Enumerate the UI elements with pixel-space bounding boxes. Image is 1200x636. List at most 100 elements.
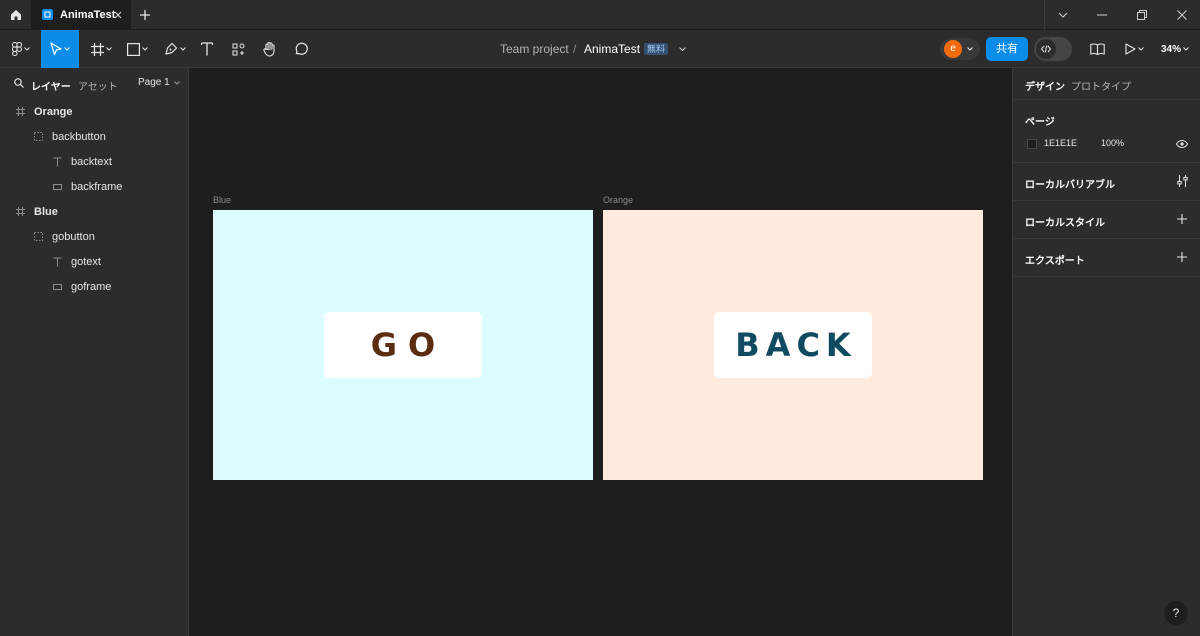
tab-prototype[interactable]: プロトタイプ bbox=[1071, 78, 1131, 93]
minimize-button[interactable] bbox=[1094, 8, 1110, 22]
text-icon bbox=[53, 257, 61, 266]
chevron-down-icon bbox=[678, 47, 686, 51]
properties-panel: デザイン プロトタイプ ページ 1E1E1E 100% ローカルバリアブル ロー… bbox=[1012, 68, 1200, 636]
dev-mode-knob bbox=[1036, 39, 1056, 59]
export-title: エクスポート bbox=[1025, 256, 1085, 267]
file-menu-button[interactable] bbox=[676, 44, 688, 54]
new-tab-button[interactable] bbox=[138, 8, 152, 22]
tabs-dropdown-button[interactable] bbox=[1056, 8, 1070, 22]
rectangle-icon bbox=[52, 283, 62, 290]
minimize-icon bbox=[1097, 14, 1107, 16]
avatar[interactable]: e bbox=[944, 40, 962, 58]
cursor-icon bbox=[50, 42, 62, 56]
layer-row-goframe[interactable]: goframe bbox=[0, 274, 189, 299]
frame-orange[interactable]: BACK bbox=[603, 210, 983, 480]
chevron-down-icon bbox=[1137, 47, 1144, 51]
tab-title: AnimaTest bbox=[60, 9, 116, 21]
rectangle-icon bbox=[126, 42, 140, 56]
go-button-text: GO bbox=[370, 326, 447, 364]
move-tool-button[interactable] bbox=[41, 30, 79, 68]
open-variables-button[interactable] bbox=[1175, 174, 1189, 188]
file-tab[interactable]: AnimaTest bbox=[31, 0, 131, 30]
layer-row-orange[interactable]: Orange bbox=[0, 99, 189, 124]
figma-file-icon bbox=[42, 9, 53, 20]
layer-row-blue[interactable]: Blue bbox=[0, 199, 189, 224]
shape-tool-button[interactable] bbox=[122, 30, 152, 68]
close-window-button[interactable] bbox=[1174, 8, 1190, 22]
add-export-button[interactable] bbox=[1175, 250, 1189, 264]
frame-blue[interactable]: GO bbox=[213, 210, 593, 480]
layer-row-gotext[interactable]: gotext bbox=[0, 249, 189, 274]
pen-icon bbox=[165, 42, 178, 55]
page-color-hex[interactable]: 1E1E1E bbox=[1044, 138, 1077, 148]
chevron-down-icon bbox=[173, 80, 180, 85]
go-button[interactable]: GO bbox=[324, 312, 482, 378]
close-tab-button[interactable] bbox=[111, 8, 125, 22]
file-name[interactable]: AnimaTest bbox=[584, 42, 640, 56]
figma-logo-icon bbox=[12, 42, 22, 56]
back-button-text: BACK bbox=[735, 326, 857, 364]
layer-row-backtext[interactable]: backtext bbox=[0, 149, 189, 174]
zoom-menu-button[interactable]: 34% bbox=[1154, 30, 1196, 68]
tab-design[interactable]: デザイン bbox=[1025, 78, 1065, 93]
toolbar: Team project / AnimaTest 無料 e 共有 34% bbox=[0, 30, 1200, 68]
restore-icon bbox=[1137, 10, 1147, 20]
chevron-down-icon bbox=[141, 47, 148, 51]
text-icon bbox=[201, 42, 213, 56]
pen-tool-button[interactable] bbox=[160, 30, 190, 68]
export-section[interactable]: エクスポート bbox=[1013, 238, 1200, 277]
close-icon bbox=[1177, 10, 1187, 20]
frame-tool-button[interactable] bbox=[86, 30, 116, 68]
book-icon bbox=[1089, 43, 1105, 55]
local-styles-section[interactable]: ローカルスタイル bbox=[1013, 200, 1200, 238]
frame-icon bbox=[15, 107, 25, 116]
canvas[interactable]: Blue GO Orange BACK bbox=[189, 68, 1012, 636]
layer-name: Orange bbox=[34, 105, 73, 118]
frame-label-blue[interactable]: Blue bbox=[213, 195, 231, 205]
plus-icon bbox=[140, 10, 150, 20]
present-button[interactable] bbox=[1120, 30, 1148, 68]
back-button[interactable]: BACK bbox=[714, 312, 872, 378]
page-color-opacity[interactable]: 100% bbox=[1101, 138, 1124, 148]
dev-mode-toggle[interactable] bbox=[1034, 37, 1072, 61]
titlebar-divider bbox=[1044, 0, 1045, 30]
resources-button[interactable] bbox=[228, 30, 248, 68]
chevron-down-icon bbox=[180, 47, 186, 51]
zoom-level: 34% bbox=[1160, 43, 1181, 55]
share-button[interactable]: 共有 bbox=[986, 37, 1028, 61]
layer-name: backframe bbox=[71, 180, 123, 193]
page-selector-label: Page 1 bbox=[138, 77, 170, 88]
restore-button[interactable] bbox=[1134, 8, 1150, 22]
tab-assets[interactable]: アセット bbox=[78, 78, 118, 93]
library-button[interactable] bbox=[1086, 30, 1108, 68]
layer-name: backbutton bbox=[52, 130, 106, 143]
team-project-link[interactable]: Team project bbox=[500, 42, 569, 56]
layer-name: gobutton bbox=[52, 230, 95, 243]
layers-panel: レイヤー アセット Page 1 Orange backbutton backt… bbox=[0, 68, 189, 636]
text-tool-button[interactable] bbox=[197, 30, 217, 68]
layer-row-backbutton[interactable]: backbutton bbox=[0, 124, 189, 149]
add-style-button[interactable] bbox=[1175, 212, 1189, 226]
toggle-visibility-button[interactable] bbox=[1175, 137, 1189, 151]
local-variables-title: ローカルバリアブル bbox=[1025, 180, 1115, 191]
help-button[interactable]: ? bbox=[1164, 601, 1188, 625]
layer-row-backframe[interactable]: backframe bbox=[0, 174, 189, 199]
eye-icon bbox=[1176, 140, 1188, 148]
hand-tool-button[interactable] bbox=[260, 30, 280, 68]
home-button[interactable] bbox=[0, 0, 31, 30]
comment-tool-button[interactable] bbox=[291, 30, 311, 68]
layer-name: goframe bbox=[71, 280, 112, 293]
layer-name: backtext bbox=[71, 155, 112, 168]
components-icon bbox=[232, 43, 244, 55]
multiplayer-avatars[interactable]: e bbox=[940, 38, 980, 60]
frame-label-orange[interactable]: Orange bbox=[603, 195, 633, 205]
page-color-swatch[interactable] bbox=[1027, 139, 1037, 149]
layer-row-gobutton[interactable]: gobutton bbox=[0, 224, 189, 249]
search-layers-button[interactable] bbox=[13, 77, 25, 89]
page-selector[interactable]: Page 1 bbox=[138, 77, 180, 88]
main-menu-button[interactable] bbox=[6, 30, 36, 68]
chevron-down-icon bbox=[24, 47, 30, 51]
plus-icon bbox=[1177, 214, 1187, 224]
tab-layers[interactable]: レイヤー bbox=[31, 78, 71, 93]
local-variables-section[interactable]: ローカルバリアブル bbox=[1013, 162, 1200, 200]
